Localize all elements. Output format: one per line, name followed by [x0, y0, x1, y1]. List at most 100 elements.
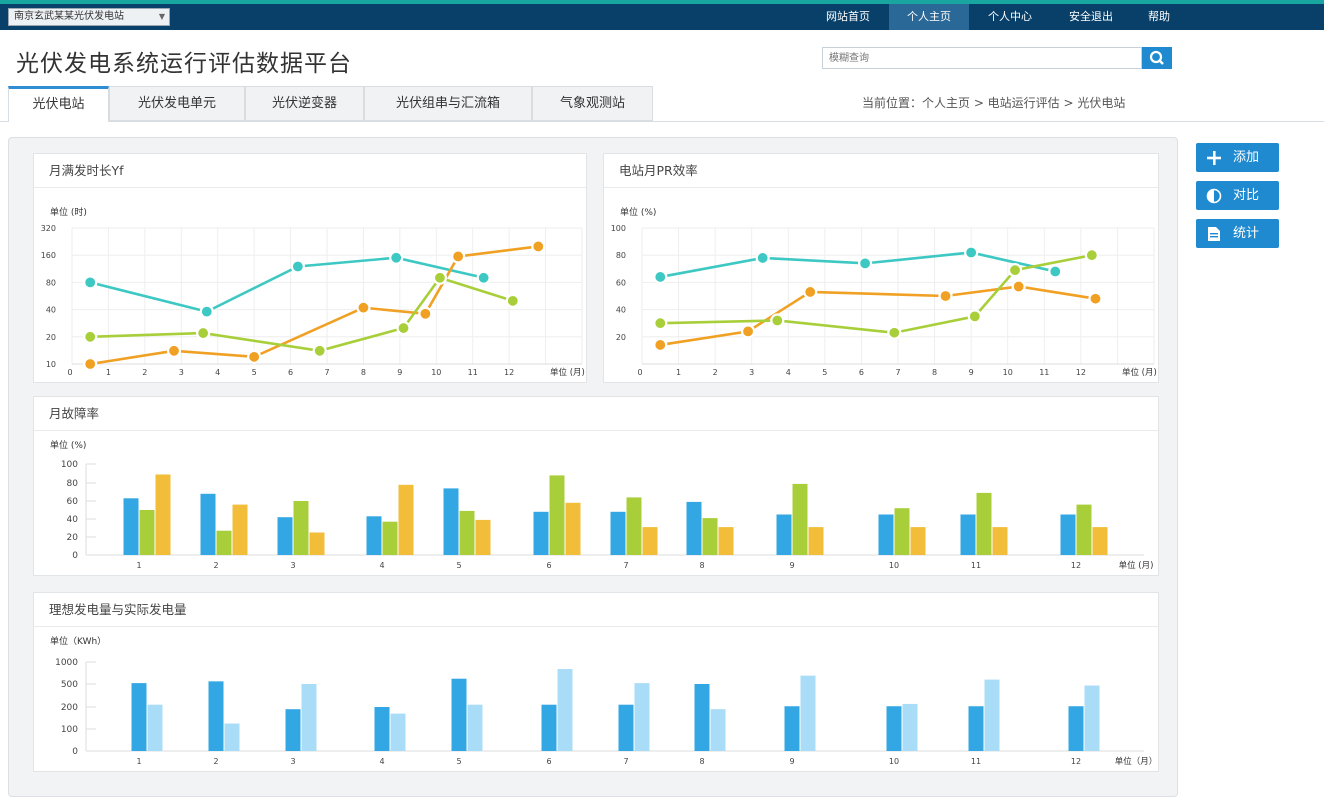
search-input[interactable] — [822, 47, 1142, 69]
bar — [549, 475, 565, 555]
x-tick-label: 8 — [699, 757, 704, 766]
bar — [686, 501, 702, 555]
bar — [155, 474, 171, 555]
nav-user-center[interactable]: 个人中心 — [971, 4, 1049, 30]
x-tick-label: 11 — [971, 561, 981, 570]
nav-home[interactable]: 网站首页 — [809, 4, 887, 30]
data-point — [418, 306, 433, 321]
data-point — [1048, 264, 1063, 279]
tab-pv-unit[interactable]: 光伏发电单元 — [109, 86, 245, 121]
bar — [976, 492, 992, 555]
fault-bar-chart: 0204060801001 2 3 4 5 6 7 8 9 10 11 12 单位 (月) — [61, 460, 1154, 571]
data-point — [653, 269, 668, 285]
x-tick-label: 5 — [456, 561, 461, 570]
x-tick-label: 3 — [290, 561, 295, 570]
data-point — [432, 270, 448, 285]
nav-help[interactable]: 帮助 — [1133, 4, 1185, 30]
x-tick-label: 12 — [1071, 757, 1081, 766]
bar — [147, 704, 163, 751]
bar — [459, 510, 475, 555]
data-point — [653, 337, 668, 353]
y-tick-label: 100 — [61, 725, 78, 735]
data-point — [83, 356, 98, 372]
bar — [626, 497, 642, 555]
bar — [894, 508, 910, 555]
data-point — [166, 343, 182, 358]
x-tick-label: 10 — [889, 561, 899, 570]
data-point — [396, 320, 411, 336]
bar — [776, 514, 792, 555]
x-tick-label: 5 — [456, 757, 461, 766]
bar — [451, 678, 467, 751]
bar — [710, 709, 726, 751]
yf-chart-card: 月满发时长Yf 单位 (时) 10 20 40 80 160 320 0 1 2 3 4 5 6 7 8 9 1… — [33, 153, 587, 383]
bar — [443, 488, 459, 555]
nav-logout[interactable]: 安全退出 — [1051, 4, 1131, 30]
pr-line-chart: 204060801000 1 2 3 4 5 6 7 8 9 10 11 12 单位 (月) — [611, 224, 1157, 378]
y-tick-label: 1000 — [55, 658, 78, 668]
tab-inverter[interactable]: 光伏逆变器 — [245, 86, 364, 121]
compare-button[interactable]: 对比 — [1196, 181, 1279, 210]
x-tick-label: 7 — [623, 757, 628, 766]
bar — [886, 706, 902, 751]
bar — [984, 679, 1000, 751]
add-button[interactable]: 添加 — [1196, 143, 1279, 172]
data-point — [1007, 263, 1023, 278]
data-point — [803, 284, 818, 300]
pr-chart-title: 电站月PR效率 — [604, 154, 1158, 188]
y-tick-label: 80 — [46, 278, 56, 287]
y-tick-label: 60 — [67, 497, 79, 507]
y-tick-label: 20 — [67, 533, 79, 543]
bar — [208, 681, 224, 751]
plus-icon — [1207, 151, 1221, 165]
bar — [398, 484, 414, 555]
nav-personal-home[interactable]: 个人主页 — [889, 4, 969, 30]
tab-pv-station[interactable]: 光伏电站 — [8, 86, 109, 122]
x-tick-label: 9 — [969, 368, 974, 377]
bar — [131, 683, 147, 751]
x-tick-label: 4 — [379, 757, 384, 766]
bar — [475, 519, 491, 555]
x-tick-label: 6 — [546, 757, 551, 766]
bar — [541, 704, 557, 751]
data-point — [83, 329, 98, 344]
data-point — [476, 270, 491, 285]
search-button[interactable] — [1142, 47, 1172, 69]
top-navbar: 南京玄武某某光伏发电站 ▼ 网站首页 个人主页 个人中心 安全退出 帮助 — [0, 4, 1324, 30]
x-tick-label: 7 — [895, 368, 900, 377]
statistics-button[interactable]: 统计 — [1196, 219, 1279, 248]
data-point — [505, 293, 520, 308]
chart-panel: 月满发时长Yf 单位 (时) 10 20 40 80 160 320 0 1 2 3 4 5 6 7 8 9 1… — [8, 137, 1178, 797]
x-tick-label: 7 — [623, 561, 628, 570]
station-select-value: 南京玄武某某光伏发电站 — [14, 11, 124, 22]
tab-string-combiner[interactable]: 光伏组串与汇流箱 — [364, 86, 532, 121]
x-tick-label: 6 — [859, 368, 864, 377]
bar — [533, 511, 549, 555]
add-button-label: 添加 — [1233, 150, 1260, 165]
tab-weather-station[interactable]: 气象观测站 — [532, 86, 653, 121]
x-tick-label: 2 — [713, 368, 718, 377]
bar — [1060, 514, 1076, 555]
search-icon — [1149, 50, 1164, 65]
bar — [285, 709, 301, 751]
data-point — [199, 304, 214, 319]
y-tick-label: 80 — [616, 251, 626, 260]
x-tick-label: 1 — [676, 368, 681, 377]
bar — [232, 504, 248, 555]
yf-chart-title: 月满发时长Yf — [34, 154, 586, 188]
y-tick-label: 10 — [46, 360, 56, 369]
bar — [702, 518, 718, 555]
y-tick-label: 0 — [72, 747, 78, 757]
station-select[interactable]: 南京玄武某某光伏发电站 ▼ — [8, 8, 170, 26]
bar — [374, 707, 390, 751]
x-tick-label: 6 — [546, 561, 551, 570]
data-point — [857, 256, 873, 271]
bar — [610, 511, 626, 555]
data-point — [290, 259, 305, 274]
fault-chart-title: 月故障率 — [34, 397, 1158, 431]
y-tick-label: 80 — [67, 479, 79, 489]
x-tick-label: 9 — [789, 561, 794, 570]
x-tick-label: 0 — [67, 368, 72, 377]
bar — [642, 527, 658, 555]
data-point — [1084, 248, 1099, 263]
